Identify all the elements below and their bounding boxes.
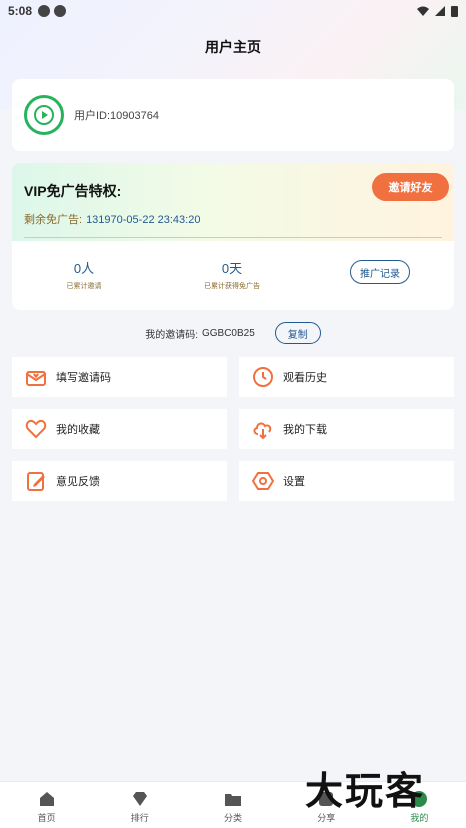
promotion-record-button[interactable]: 推广记录 — [350, 260, 410, 284]
mail-heart-icon — [24, 365, 48, 389]
stat-invited-label: 已累计邀请 — [66, 283, 102, 290]
battery-icon — [451, 6, 458, 17]
heart-icon — [24, 417, 48, 441]
telegram-icon — [38, 5, 51, 17]
page-title: 用户主页 — [205, 39, 261, 55]
stat-days-label: 已累计获得免广告 — [204, 283, 260, 290]
status-bar: 5:08 — [0, 0, 466, 22]
menu-label: 观看历史 — [283, 372, 327, 384]
signal-icon — [435, 6, 445, 16]
menu-label: 意见反馈 — [56, 476, 100, 488]
clock-icon — [251, 365, 275, 389]
remaining-label: 剩余免广告: — [24, 214, 83, 226]
menu-favorites[interactable]: 我的收藏 — [12, 409, 227, 449]
edit-icon — [24, 469, 48, 493]
notification-icons — [38, 5, 67, 17]
invite-code-label: 我的邀请码: — [145, 329, 198, 341]
watermark: 大玩客 — [305, 768, 426, 813]
vip-card: VIP免广告特权: 邀请好友 剩余免广告: 131970-05-22 23:43:… — [12, 163, 454, 310]
diamond-icon — [132, 792, 147, 806]
copy-button[interactable]: 复制 — [274, 322, 321, 344]
menu-label: 设置 — [283, 476, 305, 488]
status-time: 5:08 — [8, 4, 33, 18]
tab-category[interactable]: 分类 — [186, 782, 279, 828]
menu-label: 我的下载 — [283, 424, 327, 436]
folder-icon — [225, 794, 241, 806]
wifi-icon — [417, 6, 429, 16]
menu-downloads[interactable]: 我的下载 — [239, 409, 454, 449]
menu-enter-invite-code[interactable]: 填写邀请码 — [12, 357, 227, 397]
invite-friends-button[interactable]: 邀请好友 — [372, 173, 449, 201]
stat-invited: 0人 已累计邀请 — [14, 258, 154, 291]
tab-home[interactable]: 首页 — [0, 782, 93, 828]
telegram-icon — [54, 5, 67, 17]
remaining-value: 131970-05-22 23:43:20 — [86, 214, 201, 226]
tab-label: 排行 — [130, 813, 149, 823]
cloud-download-icon — [251, 417, 275, 441]
invite-code-row: 我的邀请码: GGBC0B25 复制 — [0, 321, 466, 345]
stat-days-value: 0天 — [221, 261, 243, 276]
play-logo-icon — [34, 105, 54, 125]
vip-title: VIP免广告特权: — [24, 183, 122, 199]
menu-label: 填写邀请码 — [56, 372, 111, 384]
tab-label: 首页 — [37, 813, 56, 823]
stat-ad-free-days: 0天 已累计获得免广告 — [162, 258, 302, 291]
menu-feedback[interactable]: 意见反馈 — [12, 461, 227, 501]
menu-settings[interactable]: 设置 — [239, 461, 454, 501]
hexagon-gear-icon — [251, 469, 275, 493]
user-id: 用户ID:10903764 — [74, 110, 159, 122]
menu-watch-history[interactable]: 观看历史 — [239, 357, 454, 397]
home-icon — [39, 792, 54, 806]
invite-code-value: GGBC0B25 — [201, 327, 255, 339]
system-icons — [417, 5, 458, 17]
tab-label: 分类 — [224, 813, 243, 823]
profile-card[interactable]: 用户ID:10903764 — [12, 79, 454, 151]
divider — [24, 237, 442, 238]
tab-ranking[interactable]: 排行 — [93, 782, 186, 828]
menu-label: 我的收藏 — [56, 424, 100, 436]
stat-invited-value: 0人 — [73, 261, 95, 276]
remaining-ad-free: 剩余免广告: 131970-05-22 23:43:20 — [24, 211, 200, 227]
avatar[interactable] — [24, 95, 64, 135]
